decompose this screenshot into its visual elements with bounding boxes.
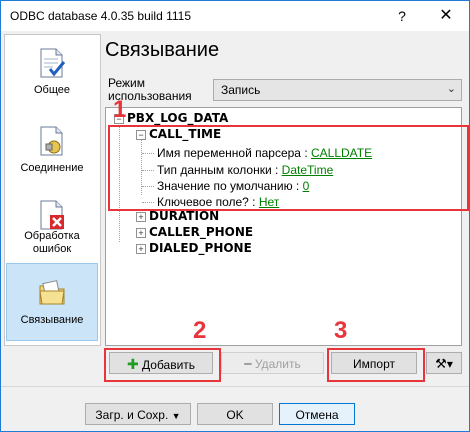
error-document-icon xyxy=(40,200,64,230)
mode-select[interactable]: Запись ⌄ xyxy=(213,79,462,101)
sidebar-item-label-line1: Обработка xyxy=(24,230,80,242)
close-button[interactable]: ✕ xyxy=(423,1,469,31)
expand-icon[interactable]: + xyxy=(136,212,146,222)
tools-icon: ⚒ xyxy=(435,356,447,371)
window-title: ODBC database 4.0.35 build 1115 xyxy=(10,9,192,23)
highlight-box-1 xyxy=(108,125,469,211)
plus-icon: ✚ xyxy=(126,356,139,372)
annotation-number-2: 2 xyxy=(193,317,207,344)
chevron-down-icon: ▼ xyxy=(171,411,181,421)
load-save-button[interactable]: Загр. и Сохр. ▼ xyxy=(85,403,191,425)
import-button[interactable]: Импорт xyxy=(331,352,417,374)
sidebar-item-general[interactable]: Общее xyxy=(7,41,97,109)
sidebar-item-label-line2: ошибок xyxy=(32,243,72,255)
expand-icon[interactable]: + xyxy=(136,228,146,238)
delete-button-label: Удалить xyxy=(254,357,301,371)
document-check-icon xyxy=(40,48,66,78)
sidebar-item-label: Общее xyxy=(33,84,71,96)
footer-divider xyxy=(1,386,469,387)
annotation-number-3: 3 xyxy=(334,317,348,344)
delete-button[interactable]: ━ Удалить xyxy=(221,352,324,374)
cancel-button[interactable]: Отмена xyxy=(279,403,355,425)
sidebar-item-connection[interactable]: Соединение xyxy=(7,119,97,187)
tree-node-duration[interactable]: DURATION xyxy=(149,209,219,223)
expand-icon[interactable]: + xyxy=(136,244,146,254)
connection-document-icon xyxy=(40,126,63,156)
ok-button[interactable]: OK xyxy=(197,403,273,425)
chevron-down-icon: ▾ xyxy=(446,357,453,371)
tools-menu-button[interactable]: ⚒▾ xyxy=(426,352,462,374)
annotation-number-1: 1 xyxy=(113,96,127,123)
page-title: Связывание xyxy=(105,39,220,61)
binding-folder-icon xyxy=(39,280,65,305)
tree-root[interactable]: PBX_LOG_DATA xyxy=(127,111,228,125)
dialog-window: ODBC database 4.0.35 build 1115 ? ✕ Обще… xyxy=(0,0,470,432)
chevron-down-icon: ⌄ xyxy=(446,83,456,95)
minus-icon: ━ xyxy=(244,357,252,371)
add-button[interactable]: ✚ Добавить xyxy=(109,352,213,374)
tree-node-dialed-phone[interactable]: DIALED_PHONE xyxy=(149,241,252,255)
mode-select-value: Запись xyxy=(221,83,261,97)
tree-node-caller-phone[interactable]: CALLER_PHONE xyxy=(149,225,253,239)
help-button[interactable]: ? xyxy=(379,1,425,31)
sidebar-item-label: Соединение xyxy=(20,162,84,174)
add-button-label: Добавить xyxy=(142,358,196,372)
title-bar: ODBC database 4.0.35 build 1115 ? ✕ xyxy=(1,1,469,31)
load-save-label: Загр. и Сохр. xyxy=(95,408,169,422)
sidebar-item-binding[interactable]: Связывание xyxy=(6,263,98,341)
sidebar-item-error-handling[interactable]: Обработка ошибок xyxy=(7,193,97,261)
sidebar-item-label: Связывание xyxy=(20,314,84,326)
sidebar: Общее Соединение Обработка ошибок Связыв… xyxy=(4,34,101,346)
